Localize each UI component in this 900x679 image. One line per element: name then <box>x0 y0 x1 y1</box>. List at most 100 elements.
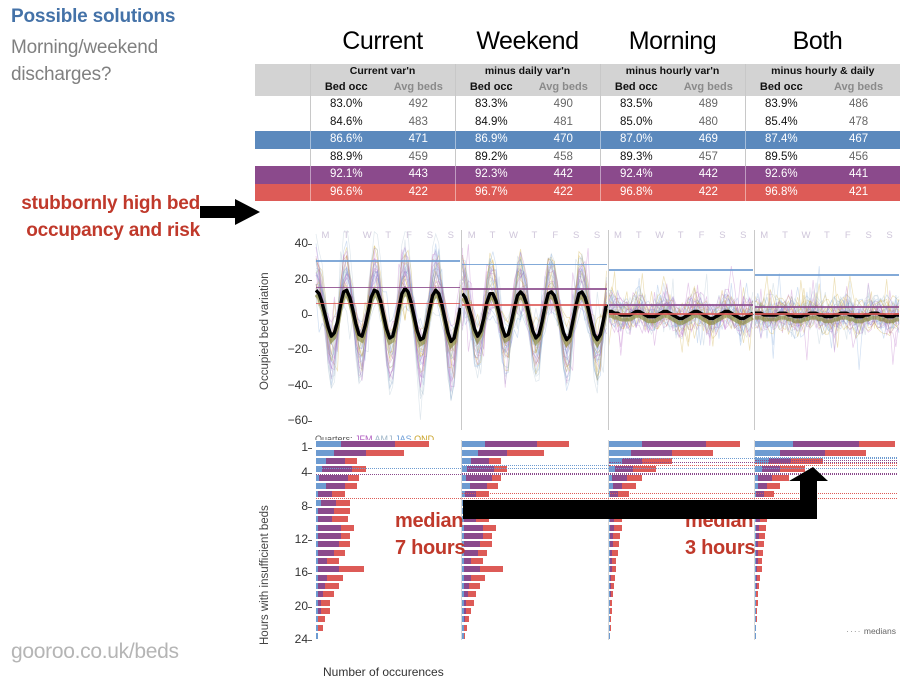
table-cell-avg-beds: 456 <box>848 150 869 163</box>
table-row[interactable]: 83.0% 492 83.3% 490 83.5% 489 83.9% 486 <box>255 96 900 114</box>
table-cell-avg-beds: 467 <box>817 131 900 149</box>
chart-mid-ytick: 0 <box>301 306 308 321</box>
table-cell-avg-beds: 481 <box>553 115 573 128</box>
chart-bot-bar-segment <box>316 549 318 556</box>
chart-mid-ytick: 40 <box>294 236 308 251</box>
chart-bot-medians-legend: ···· medians <box>846 626 896 636</box>
chart-mid-day-label: T <box>343 230 350 241</box>
chart-bot-bar-segment <box>316 532 318 540</box>
chart-bot-ytick-mark <box>308 540 312 541</box>
dotted-line-icon: ···· <box>846 626 862 636</box>
chart-bot-ytick: 20 <box>294 598 308 613</box>
chart-bot-bar-segment <box>608 557 610 565</box>
table-cell-bed-occ: 96.7% <box>454 183 528 201</box>
chart-mid-ytick-mark <box>308 244 312 246</box>
chart-mid-reference-line <box>462 288 607 290</box>
callout-text-occupancy: stubbornly high bed occupancy and risk <box>21 193 200 241</box>
chart-mid-day-label: F <box>698 230 705 241</box>
chart-mid-reference-line <box>608 313 753 315</box>
table-cell-bed-occ: 83.3% <box>454 96 528 114</box>
chart-mid-day-label: T <box>677 230 684 241</box>
chart-mid-day-label: T <box>385 230 392 241</box>
chart-bot-plot-area: median 7 hours median 3 hours ···· media… <box>315 440 900 640</box>
chart-mid-day-label: W <box>362 230 372 241</box>
chart-mid-reference-line <box>608 268 753 271</box>
table-col-header-weekend-bed-occ: Bed occ <box>454 79 528 96</box>
chart-bot-bar-segment <box>316 532 341 540</box>
chart-mid-day-label: F <box>552 230 559 241</box>
callout-arrow-right-icon <box>200 199 260 225</box>
table-group-header-current: Current var'n <box>309 64 456 79</box>
chart-bot-bar-segment <box>316 566 339 573</box>
chart-bot-bar-segment <box>316 457 327 465</box>
table-cell-bed-occ: 92.3% <box>454 166 528 184</box>
chart-bot-ytick: 16 <box>294 565 308 580</box>
table-row-highlight-cell <box>255 166 310 184</box>
table-group-header-row: Current var'n minus daily var'n minus hour… <box>255 64 900 79</box>
chart-bot-ytick-mark <box>308 473 312 475</box>
chart-bot-bar-segment <box>754 582 757 590</box>
table-cell-bed-occ: 87.4% <box>744 131 818 149</box>
table-cell-bed-occ: 83.0% <box>309 96 382 114</box>
chart-bot-ytick: 24 <box>294 632 308 646</box>
chart-bot-bar-segment <box>608 599 610 606</box>
table-cell-avg-beds: 483 <box>408 115 428 128</box>
chart-mid-day-label: S <box>740 230 747 241</box>
chart-bot-bar-segment <box>316 474 348 481</box>
table-cell-avg-beds: 486 <box>848 98 869 110</box>
chart-bot-bar-segment <box>316 607 318 615</box>
chart-bot-bar-segment <box>754 607 757 615</box>
table-cell-avg-beds: 489 <box>698 98 718 110</box>
table-group-header-both: minus hourly & daily <box>744 64 900 79</box>
table-row[interactable]: 88.9% 459 89.2% 458 89.3% 457 89.5% 456 <box>255 148 900 166</box>
chart-bot-bar-segment <box>316 582 318 590</box>
table-row[interactable]: 86.6% 471 86.9% 470 87.0% 469 87.4% 467 <box>255 131 900 149</box>
table-cell-bed-occ: 88.9% <box>309 148 382 166</box>
chart-mid-ytick-mark <box>308 350 312 352</box>
table-cell-avg-beds: 458 <box>553 150 573 163</box>
chart-mid-day-label: F <box>844 230 851 241</box>
chart-mid-ytick: −40 <box>287 377 308 392</box>
table-row[interactable]: 96.6% 422 96.7% 422 96.8% 422 96.8% 421 <box>255 183 900 201</box>
chart-bot-bar-segment <box>608 632 610 640</box>
chart-mid-reference-line <box>462 263 607 266</box>
table-row[interactable]: 92.1% 443 92.3% 442 92.4% 442 92.6% 441 <box>255 166 900 184</box>
chart-bot-bar-segment <box>608 591 610 598</box>
chart-bot-ytick: 12 <box>294 532 308 546</box>
chart-bot-bar-segment <box>316 516 332 523</box>
table-cell-bed-occ: 89.2% <box>454 148 528 166</box>
chart-mid-ytick-mark <box>308 385 312 387</box>
chart-mid-day-label: T <box>823 230 830 241</box>
chart-bot-ytick-mark <box>308 640 312 641</box>
scenario-headers: Current Weekend Morning Both <box>310 27 900 63</box>
table-cell-avg-beds: 422 <box>672 183 746 201</box>
chart-mid-day-label: T <box>531 230 538 241</box>
chart-mid-day-label: S <box>426 230 434 241</box>
table-cell-avg-beds: 490 <box>553 98 573 110</box>
table-cell-avg-beds: 471 <box>382 131 456 149</box>
table-row[interactable]: 84.6% 483 84.9% 481 85.0% 480 85.4% 478 <box>255 113 900 131</box>
chart-bot-bar-segment <box>316 574 328 581</box>
chart-bot-bar-segment <box>754 574 757 581</box>
chart-bot-bar-segment <box>316 591 318 598</box>
chart-mid-day-label: M <box>760 230 769 241</box>
chart-bot-median-line <box>754 456 897 458</box>
chart-bot-bar-segment <box>316 507 335 515</box>
table-col-header-current-avg-beds: Avg beds <box>382 79 456 96</box>
chart-mid-day-label: T <box>635 230 642 241</box>
chart-bot-bar-segment <box>316 632 318 640</box>
chart-bot-bar-segment <box>608 566 610 573</box>
chart-bot-bar-segment <box>754 591 757 598</box>
chart-bot-bar-segment <box>462 449 479 456</box>
chart-bot-bar-segment <box>316 574 318 581</box>
chart-bot-bar-segment <box>316 549 335 556</box>
chart-mid-ytick: −20 <box>287 342 308 357</box>
chart-bot-bar-segment <box>462 532 483 540</box>
table-corner-cell <box>255 79 310 96</box>
chart-bot-bar-segment <box>316 516 318 523</box>
table-cell-avg-beds: 480 <box>698 115 718 128</box>
table-col-header-both-bed-occ: Bed occ <box>744 79 818 96</box>
chart-bot-ytick-mark <box>308 506 312 508</box>
chart-mid-day-label: M <box>613 230 622 241</box>
table-cell-bed-occ: 89.5% <box>744 148 818 166</box>
